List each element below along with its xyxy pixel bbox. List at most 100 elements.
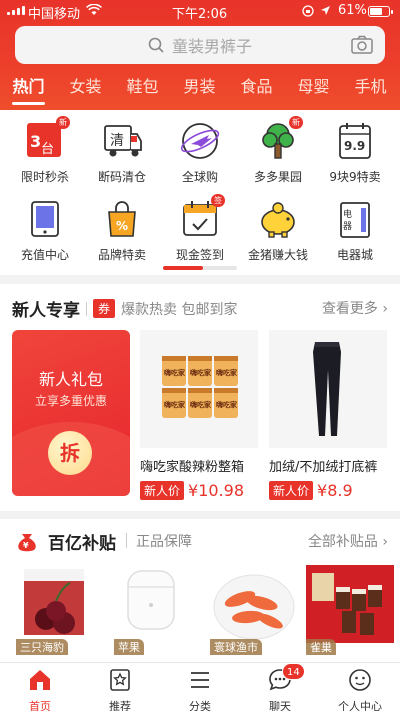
new-user-price-tag: 新人价 <box>140 481 185 500</box>
grid-item-checkin[interactable]: 签 现金签到 <box>160 194 240 263</box>
tab-shoes-bags[interactable]: 鞋包 <box>114 72 171 106</box>
section-header: 新人专享 券 爆款热卖 包邮到家 <box>12 296 237 321</box>
camera-icon[interactable] <box>351 35 373 55</box>
subsidy-title: 百亿补贴 <box>48 534 116 554</box>
shortcut-grid: 3台 新 限时秒杀 清 断码清仓 全球购 新 多多果园 9.9 9块9特卖 充值… <box>0 110 400 275</box>
grid-item-clearance[interactable]: 清 断码清仓 <box>82 120 162 185</box>
svg-text:¥: ¥ <box>23 541 29 550</box>
svg-text:3: 3 <box>30 132 41 151</box>
grid-item-gold-pig[interactable]: 金猪赚大钱 <box>238 198 318 263</box>
tab-hot[interactable]: 热门 <box>0 72 57 106</box>
battery-icon <box>368 6 393 17</box>
leggings-product-image <box>269 330 387 448</box>
section-title: 新人专享 <box>12 301 80 321</box>
search-bar[interactable]: 童装男裤子 <box>15 26 385 64</box>
chevron-right-icon: › <box>382 301 388 317</box>
tab-baby[interactable]: 母婴 <box>285 72 342 106</box>
product-card[interactable]: 嗨吃家 嗨吃家 嗨吃家 嗨吃家 嗨吃家 嗨吃家 嗨吃家酸辣粉整箱 新人价 ¥10… <box>140 330 258 500</box>
chevron-right-icon: › <box>382 534 388 550</box>
grid-item-label: 多多果园 <box>253 170 302 184</box>
gift-title: 新人礼包 <box>38 370 103 389</box>
unwrap-coin-button[interactable]: 拆 <box>48 431 92 475</box>
grid-item-orchard[interactable]: 新 多多果园 <box>238 116 318 185</box>
tab-home[interactable]: 首页 <box>0 663 80 711</box>
search-placeholder: 童装男裤子 <box>171 37 252 56</box>
gold-pig-icon <box>257 198 299 240</box>
signal-icon <box>7 6 25 15</box>
tab-profile[interactable]: 个人中心 <box>320 663 400 711</box>
new-user-price-tag: 新人价 <box>269 481 314 500</box>
calendar-99-icon: 9.9 <box>334 120 376 162</box>
unread-count-badge: 14 <box>282 663 305 680</box>
tab-phones[interactable]: 手机 <box>342 72 399 106</box>
flash-sale-icon: 3台 新 <box>24 116 70 162</box>
all-subsidies-link[interactable]: 全部补贴品 › <box>308 531 388 551</box>
subsidy-item[interactable]: 雀巢 <box>306 563 394 657</box>
grid-item-label: 品牌特卖 <box>97 248 146 262</box>
shopping-bag-icon: % <box>101 198 143 240</box>
subsidy-item[interactable]: 苹果 <box>114 563 202 657</box>
tab-label: 分类 <box>189 700 211 711</box>
tab-women[interactable]: 女装 <box>57 72 114 106</box>
grid-item-label: 金猪赚大钱 <box>247 248 308 262</box>
airpods-image <box>114 563 202 647</box>
search-icon <box>148 37 164 53</box>
shrimp-image <box>210 563 298 647</box>
checkin-calendar-icon: 签 <box>179 194 225 240</box>
item-caption: 三只海豹 <box>16 639 68 655</box>
subsidy-item[interactable]: 三只海豹 <box>16 563 104 657</box>
svg-text:9.9: 9.9 <box>344 139 365 153</box>
subsidy-subtitle: 正品保障 <box>136 534 192 550</box>
grid-item-label: 现金签到 <box>175 248 224 262</box>
tab-food[interactable]: 食品 <box>228 72 285 106</box>
grid-page-indicator <box>163 266 237 270</box>
tab-label: 推荐 <box>109 700 131 711</box>
grid-item-nine-nine[interactable]: 9.9 9块9特卖 <box>315 120 395 185</box>
nestle-gift-box-image <box>306 563 394 647</box>
list-icon <box>191 672 209 688</box>
star-box-icon <box>110 669 130 691</box>
new-badge: 新 <box>56 116 70 129</box>
new-badge: 新 <box>289 116 303 129</box>
tab-recommend[interactable]: 推荐 <box>80 663 160 711</box>
svg-text:台: 台 <box>41 142 54 157</box>
grid-item-label: 全球购 <box>181 170 218 184</box>
grid-item-label: 充值中心 <box>20 248 69 262</box>
see-more-link[interactable]: 查看更多 › <box>322 298 388 318</box>
svg-text:器: 器 <box>343 221 352 232</box>
grid-item-global[interactable]: 全球购 <box>160 120 240 185</box>
tab-men[interactable]: 男装 <box>171 72 228 106</box>
tab-categories[interactable]: 分类 <box>160 663 240 711</box>
new-user-section: 新人专享 券 爆款热卖 包邮到家 查看更多 › 新人礼包 立享多重优惠 拆 嗨吃… <box>0 284 400 511</box>
svg-text:嗨吃家: 嗨吃家 <box>164 400 186 409</box>
coupon-badge: 券 <box>93 299 116 318</box>
cherries-image <box>16 563 104 647</box>
bottom-tab-bar: 首页 推荐 分类 14 聊天 个人中心 <box>0 662 400 711</box>
home-icon <box>30 670 50 690</box>
subsidy-item[interactable]: 寰球渔市 <box>210 563 298 657</box>
grid-item-flash-sale[interactable]: 3台 新 限时秒杀 <box>5 116 85 185</box>
price-row: 新人价 ¥10.98 <box>140 481 258 500</box>
clock: 下午2:06 <box>172 7 228 22</box>
svg-text:清: 清 <box>110 133 124 149</box>
item-caption: 雀巢 <box>306 639 336 655</box>
money-bag-icon: ¥ <box>18 534 36 552</box>
svg-text:嗨吃家: 嗨吃家 <box>164 368 186 377</box>
product-price: ¥8.9 <box>317 481 353 500</box>
price-row: 新人价 ¥8.9 <box>269 481 387 500</box>
grid-item-brand-sale[interactable]: % 品牌特卖 <box>82 198 162 263</box>
rotation-lock-icon <box>302 5 314 17</box>
product-name: 嗨吃家酸辣粉整箱 <box>140 460 245 475</box>
svg-text:嗨吃家: 嗨吃家 <box>190 368 212 377</box>
clearance-truck-icon: 清 <box>101 120 143 162</box>
product-card[interactable]: 加绒/不加绒打底裤 新人价 ¥8.9 <box>269 330 387 500</box>
grid-item-recharge[interactable]: 充值中心 <box>5 198 85 263</box>
item-caption: 苹果 <box>114 639 144 655</box>
tab-chat[interactable]: 14 聊天 <box>240 663 320 711</box>
checkin-badge: 签 <box>211 194 225 207</box>
grid-item-label: 限时秒杀 <box>20 170 69 184</box>
grid-item-appliances[interactable]: 电器 电器城 <box>315 198 395 263</box>
product-price: ¥10.98 <box>188 481 244 500</box>
new-user-gift-card[interactable]: 新人礼包 立享多重优惠 拆 <box>12 330 130 496</box>
divider <box>86 301 87 316</box>
